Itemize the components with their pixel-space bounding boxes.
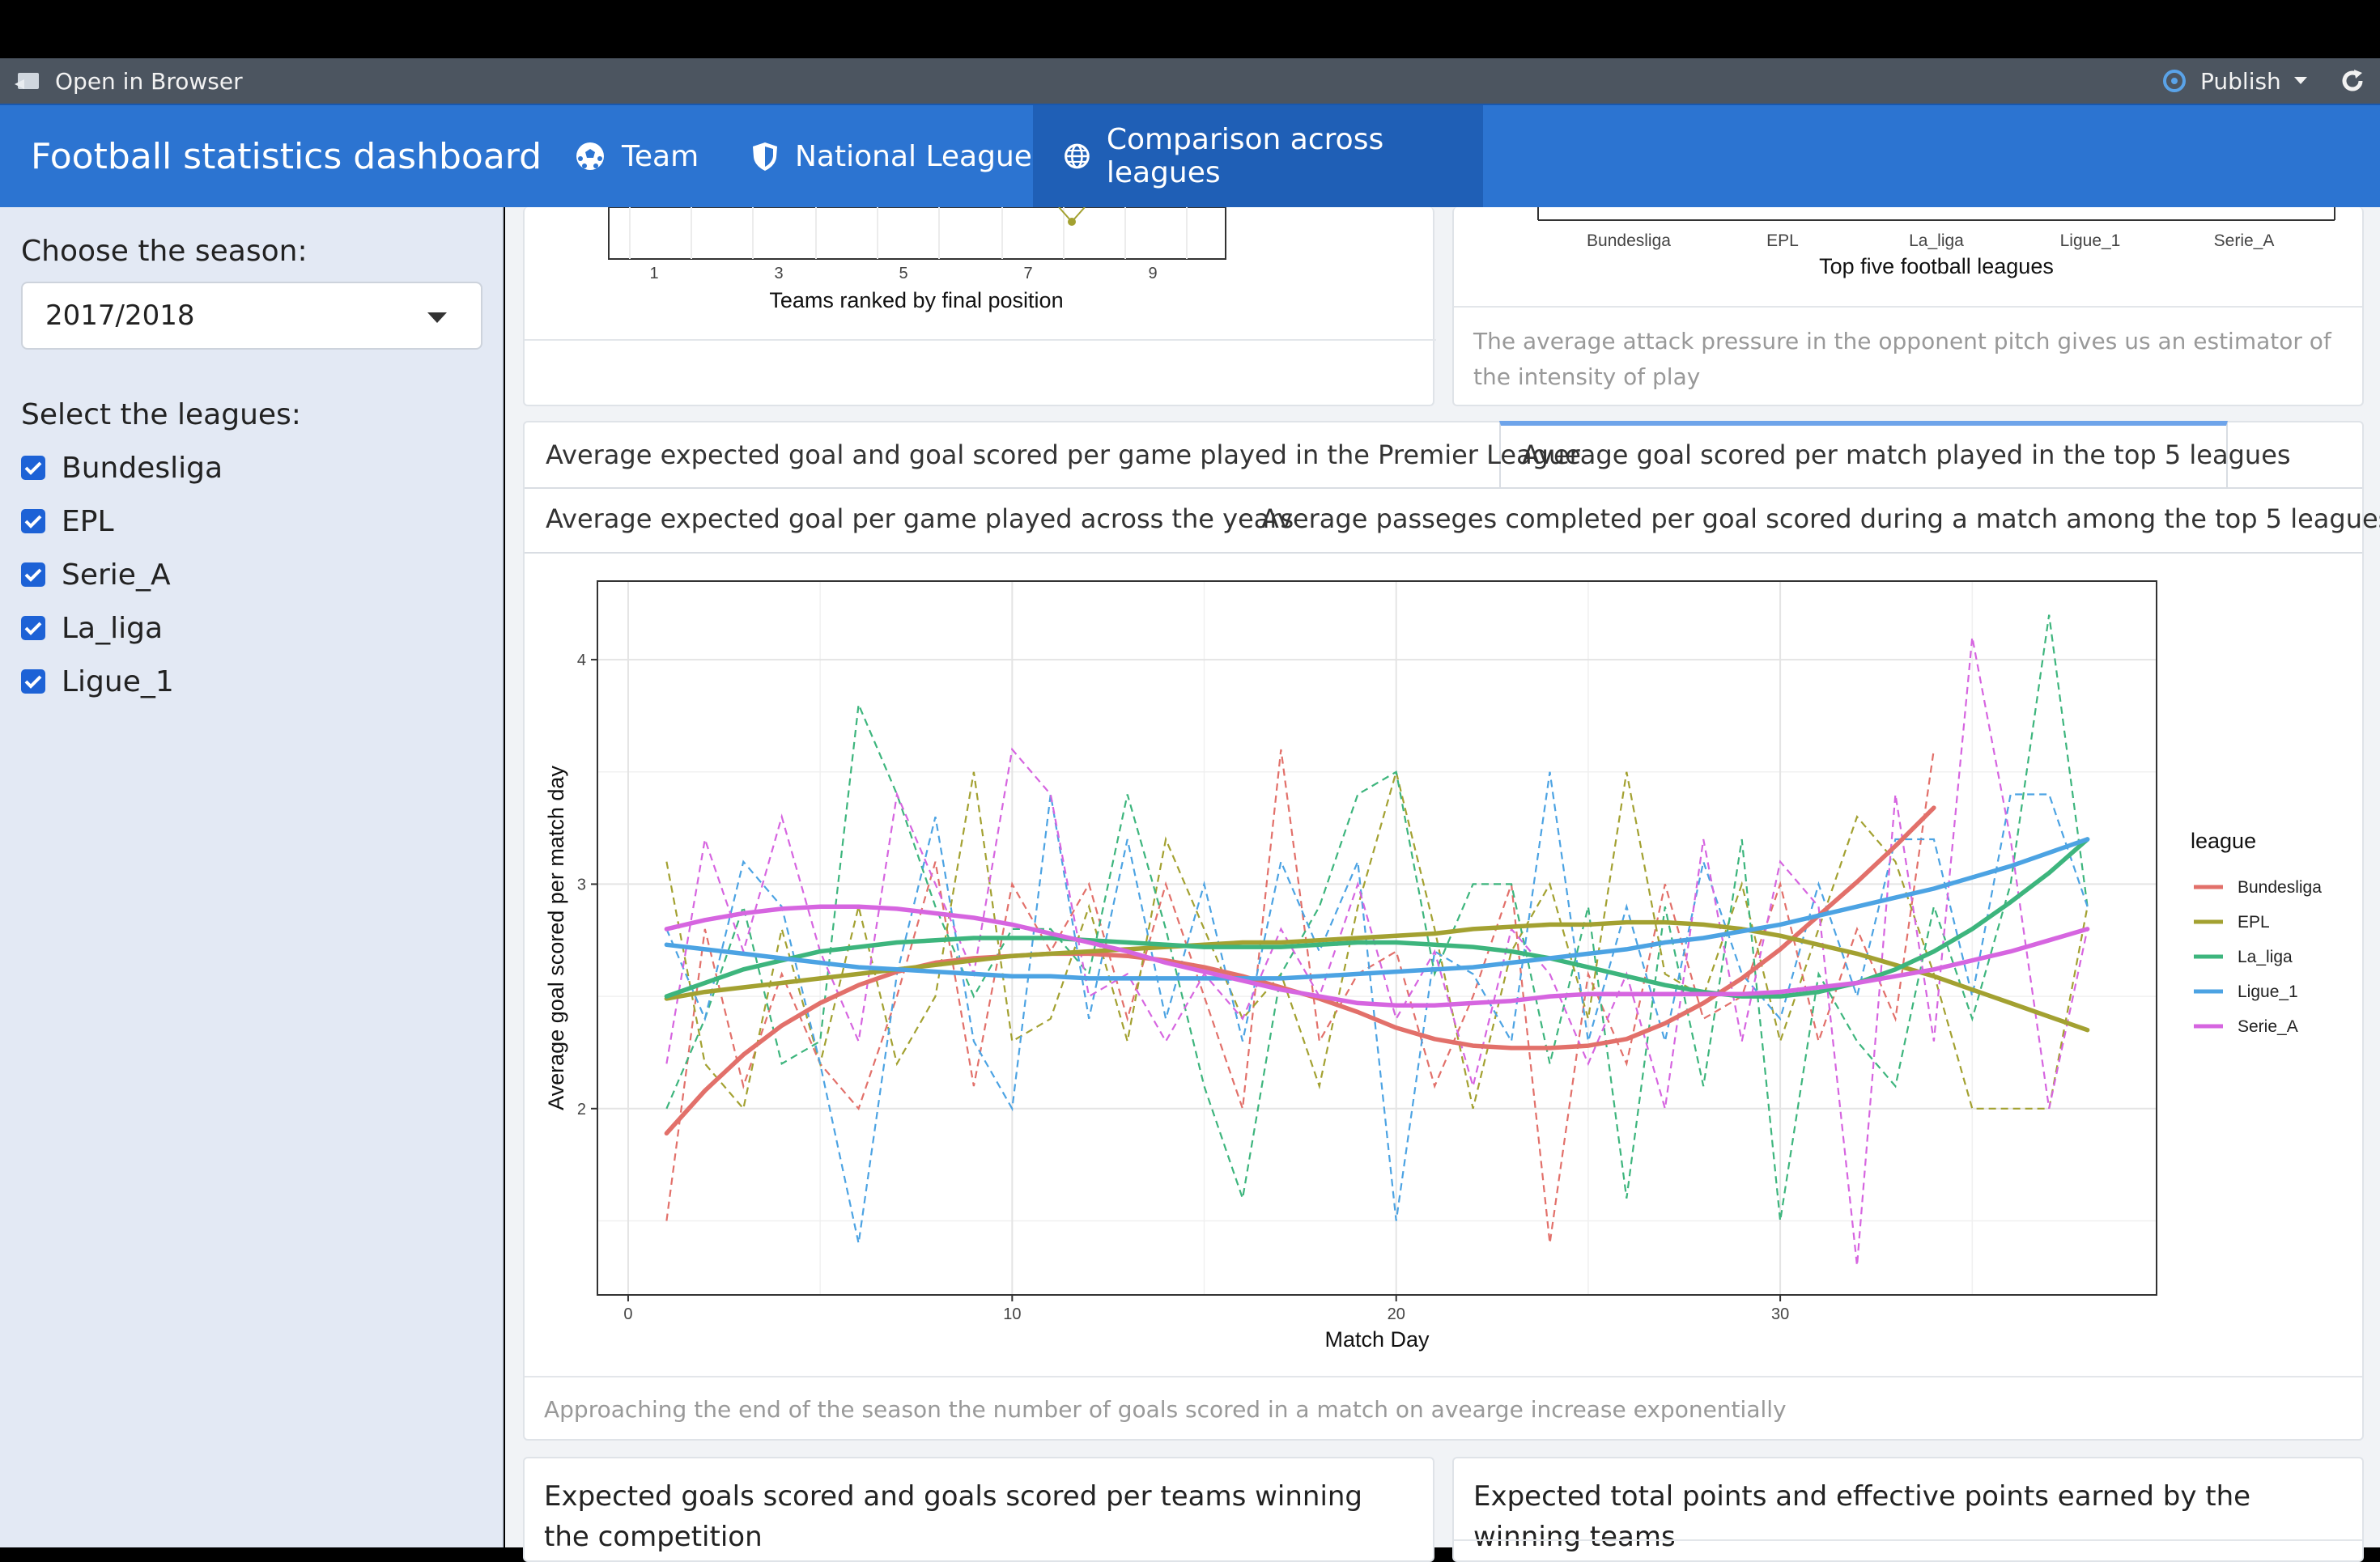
- globe-icon: [1065, 143, 1090, 169]
- panel-top-right: Bundesliga EPL La_liga Ligue_1 Serie_A T…: [1452, 207, 2364, 406]
- tab-goals-top-5-leagues[interactable]: Average goal scored per match played in …: [1522, 439, 2291, 470]
- x-tick-label: Ligue_1: [2060, 231, 2121, 250]
- x-tick-label: La_liga: [1909, 231, 1964, 250]
- open-in-browser-label: Open in Browser: [55, 67, 243, 95]
- y-tick-label: 2: [577, 1101, 586, 1118]
- x-tick-label: 7: [1023, 265, 1032, 282]
- tab-comparison-label: Comparison across leagues: [1106, 123, 1384, 189]
- x-tick-label: EPL: [1766, 231, 1799, 250]
- x-tick-label: 0: [623, 1305, 632, 1323]
- refresh-icon[interactable]: [2338, 58, 2367, 104]
- season-select-value: 2017/2018: [45, 299, 195, 332]
- league-checkbox-epl[interactable]: EPL: [21, 501, 114, 541]
- season-select[interactable]: 2017/2018: [21, 282, 482, 350]
- legend-label: Serie_A: [2238, 1017, 2298, 1036]
- season-label: Choose the season:: [21, 235, 308, 268]
- goals-per-matchday-chart: 0 10 20 30 2 3 4 Match Day Average goal scored…: [544, 580, 2322, 1352]
- panel-title: Expected goals scored and goals scored p…: [544, 1480, 1363, 1553]
- tab-expected-goal-premier-league[interactable]: Average expected goal and goal scored pe…: [546, 439, 1581, 470]
- chart-caption: The average attack pressure in the oppon…: [1473, 328, 2331, 390]
- x-tick-label: 3: [774, 265, 783, 282]
- panel-top-left: 1 3 5 7 9 Teams ranked by final position: [523, 206, 1436, 406]
- legend-label: La_liga: [2238, 948, 2293, 966]
- app-navbar: Football statistics dashboard Team Natio…: [0, 104, 2380, 207]
- x-tick-label: Serie_A: [2214, 231, 2275, 250]
- divider: [525, 1376, 2362, 1377]
- league-label: Ligue_1: [62, 664, 174, 698]
- checkbox-checked-icon[interactable]: [21, 456, 45, 480]
- legend-label: Bundesliga: [2238, 878, 2322, 897]
- y-tick-label: 3: [577, 876, 586, 893]
- x-tick-label: Bundesliga: [1587, 231, 1671, 250]
- x-axis-label: Teams ranked by final position: [769, 288, 1063, 312]
- league-label: EPL: [62, 504, 114, 538]
- tab-team-label: Team: [622, 139, 699, 173]
- x-tick-label: 1: [649, 265, 658, 282]
- x-tick-label: 9: [1148, 265, 1157, 282]
- league-label: Bundesliga: [62, 451, 223, 485]
- tab-team[interactable]: Team: [544, 105, 729, 207]
- x-tick-label: 20: [1388, 1305, 1405, 1323]
- top-left-chart: 1 3 5 7 9 Teams ranked by final position: [525, 206, 1436, 341]
- screen-top-bar: [0, 0, 2380, 58]
- legend-label: Ligue_1: [2238, 983, 2298, 1001]
- checkbox-checked-icon[interactable]: [21, 616, 45, 640]
- tab-expected-goal-across-years[interactable]: Average expected goal per game played ac…: [546, 503, 1294, 534]
- x-tick-label: 30: [1771, 1305, 1789, 1323]
- checkbox-checked-icon[interactable]: [21, 509, 45, 533]
- plot-frame: [608, 206, 1226, 260]
- league-label: La_liga: [62, 611, 164, 645]
- app-title: Football statistics dashboard: [31, 135, 542, 177]
- league-checkbox-la-liga[interactable]: La_liga: [21, 608, 163, 648]
- data-point: [1068, 218, 1076, 226]
- x-tick-label: 10: [1003, 1305, 1021, 1323]
- panel-bottom-left: Expected goals scored and goals scored p…: [523, 1457, 1434, 1562]
- x-axis-label: Top five football leagues: [1819, 254, 2054, 278]
- league-checkbox-bundesliga[interactable]: Bundesliga: [21, 448, 223, 488]
- panel-bottom-right: Expected total points and effective poin…: [1452, 1457, 2364, 1562]
- chart-caption: Approaching the end of the season the nu…: [544, 1396, 1787, 1423]
- publish-icon: [2163, 70, 2186, 92]
- browser-icon: [15, 73, 39, 89]
- tab-comparison-across-leagues[interactable]: Comparison across leagues: [1033, 105, 1483, 207]
- soccer-ball-icon: [576, 142, 604, 170]
- tab-passes-per-goal[interactable]: Average passeges completed per goal scor…: [1261, 503, 2380, 534]
- legend-label: EPL: [2238, 913, 2270, 932]
- panel-title: Expected total points and effective poin…: [1473, 1480, 2251, 1553]
- open-in-browser-button[interactable]: Open in Browser: [15, 58, 243, 104]
- legend: Bundesliga EPL La_liga Ligue_1 Serie_A: [2194, 878, 2322, 1036]
- legend-title: league: [2191, 829, 2256, 853]
- checkbox-checked-icon[interactable]: [21, 669, 45, 694]
- league-checkbox-ligue-1[interactable]: Ligue_1: [21, 661, 174, 702]
- viewer-toolbar: Open in Browser Publish: [0, 58, 2380, 104]
- top-right-chart: Bundesliga EPL La_liga Ligue_1 Serie_A T…: [1537, 207, 2335, 278]
- checkbox-checked-icon[interactable]: [21, 562, 45, 587]
- league-checkbox-serie-a[interactable]: Serie_A: [21, 554, 171, 595]
- publish-dropdown-icon[interactable]: [2294, 58, 2307, 104]
- tab-divider: [525, 552, 2362, 554]
- x-tick-label: 5: [899, 265, 907, 282]
- leagues-label: Select the leagues:: [21, 398, 301, 431]
- tab-national-league[interactable]: National League: [720, 105, 1063, 207]
- publish-button[interactable]: Publish: [2160, 58, 2281, 104]
- publish-label: Publish: [2200, 67, 2281, 95]
- tab-national-league-label: National League: [795, 139, 1032, 173]
- chevron-down-icon: [427, 312, 447, 323]
- tab-divider: [525, 487, 2362, 489]
- league-label: Serie_A: [62, 558, 171, 592]
- x-axis-label: Match Day: [1324, 1327, 1430, 1352]
- y-tick-label: 4: [577, 652, 586, 669]
- shield-icon: [753, 142, 777, 171]
- y-axis-label: Average goal scored per match day: [544, 766, 568, 1110]
